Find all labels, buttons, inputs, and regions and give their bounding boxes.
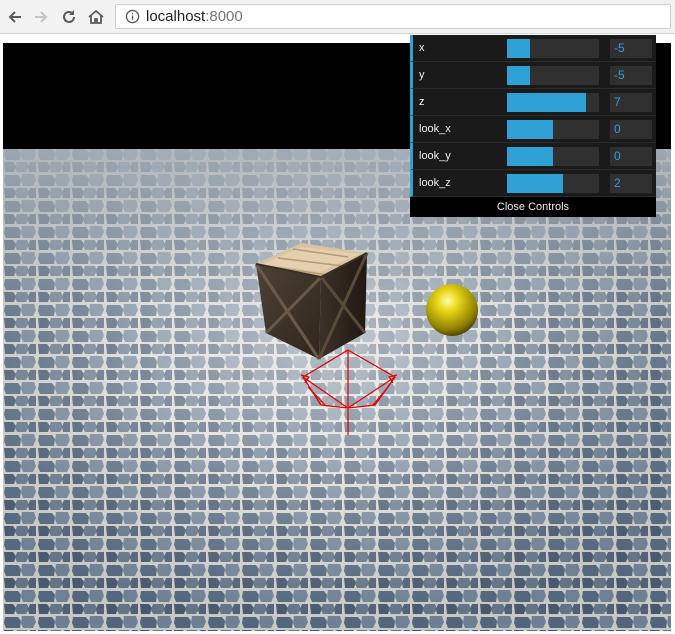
control-row-look-z: look_z 2 xyxy=(410,170,656,197)
back-arrow-icon xyxy=(8,11,21,23)
close-controls-button[interactable]: Close Controls xyxy=(410,197,656,217)
reload-icon xyxy=(63,10,75,23)
slider-fill xyxy=(507,120,553,139)
home-button[interactable] xyxy=(85,6,107,28)
control-number-input[interactable]: 7 xyxy=(610,93,652,112)
url-text: localhost:8000 xyxy=(146,8,243,25)
address-bar[interactable]: localhost:8000 xyxy=(115,4,671,29)
back-button[interactable] xyxy=(4,6,26,28)
control-number-input[interactable]: -5 xyxy=(610,39,652,58)
control-label: look_z xyxy=(419,177,451,189)
control-label: z xyxy=(419,96,425,108)
control-number-input[interactable]: -5 xyxy=(610,66,652,85)
controls-panel: x -5 y -5 z 7 look_x 0 look_y 0 look_z 2… xyxy=(410,35,656,217)
control-label: x xyxy=(419,42,425,54)
control-label: look_y xyxy=(419,150,451,162)
control-label: look_x xyxy=(419,123,451,135)
control-slider[interactable] xyxy=(507,147,599,166)
slider-fill xyxy=(507,93,587,112)
control-row-y: y -5 xyxy=(410,62,656,89)
control-slider[interactable] xyxy=(507,120,599,139)
control-row-z: z 7 xyxy=(410,89,656,116)
control-row-x: x -5 xyxy=(410,35,656,62)
control-row-look-x: look_x 0 xyxy=(410,116,656,143)
forward-arrow-icon xyxy=(35,11,48,23)
slider-fill xyxy=(507,147,553,166)
browser-toolbar: localhost:8000 xyxy=(0,0,675,34)
slider-fill xyxy=(507,174,564,193)
control-label: y xyxy=(419,69,425,81)
cobblestone-floor xyxy=(3,149,671,631)
slider-fill xyxy=(507,66,530,85)
control-slider[interactable] xyxy=(507,66,599,85)
reload-button[interactable] xyxy=(58,6,80,28)
yellow-sphere xyxy=(426,284,478,336)
control-slider[interactable] xyxy=(507,174,599,193)
control-row-look-y: look_y 0 xyxy=(410,143,656,170)
control-number-input[interactable]: 2 xyxy=(610,174,652,193)
control-number-input[interactable]: 0 xyxy=(610,120,652,139)
slider-fill xyxy=(507,39,530,58)
control-slider[interactable] xyxy=(507,93,599,112)
control-number-input[interactable]: 0 xyxy=(610,147,652,166)
control-slider[interactable] xyxy=(507,39,599,58)
url-host: localhost xyxy=(146,8,206,25)
url-port: :8000 xyxy=(205,8,243,25)
info-icon[interactable] xyxy=(124,9,140,25)
home-icon xyxy=(88,9,104,24)
forward-button[interactable] xyxy=(30,6,52,28)
